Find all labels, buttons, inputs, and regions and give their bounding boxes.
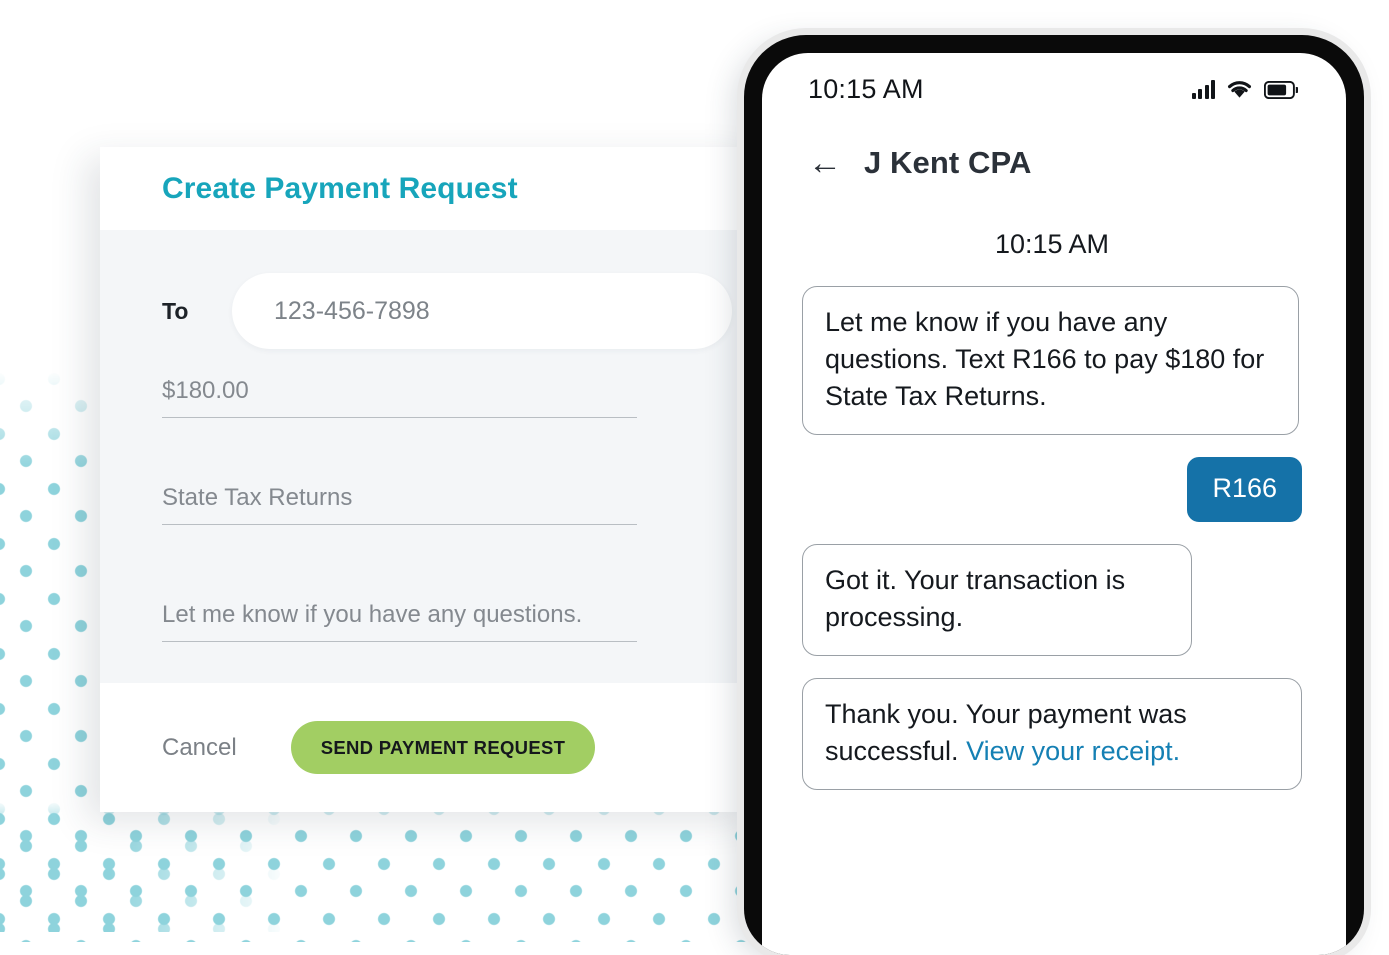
phone-mockup: 10:15 AM ← J Kent CPA 10:15 AM Let me kn… [744, 35, 1364, 955]
message-row-outgoing: R166 [802, 456, 1302, 522]
page-title: Create Payment Request [162, 171, 518, 205]
card-footer: Cancel SEND PAYMENT REQUEST [100, 683, 760, 812]
chat-timestamp: 10:15 AM [994, 229, 1110, 259]
chat-header: ← J Kent CPA [762, 119, 1346, 191]
back-arrow-icon[interactable]: ← [808, 146, 842, 180]
view-receipt-link[interactable]: View your receipt. [966, 736, 1180, 766]
message-row-incoming: Let me know if you have any questions. T… [802, 286, 1302, 435]
description-input[interactable]: State Tax Returns [162, 484, 637, 525]
wifi-icon [1228, 81, 1251, 98]
amount-input[interactable]: $180.00 [162, 377, 637, 418]
card-body: To 123-456-7898 $180.00 State Tax Return… [100, 230, 760, 683]
status-bar-icons [1191, 79, 1298, 99]
recipient-input[interactable]: 123-456-7898 [232, 273, 732, 349]
message-bubble: Got it. Your transaction is processing. [802, 543, 1192, 656]
cellular-signal-icon [1191, 80, 1215, 99]
chat-message-list: 10:15 AM Let me know if you have any que… [762, 229, 1346, 790]
chat-contact-name: J Kent CPA [864, 145, 1032, 180]
send-payment-request-button[interactable]: SEND PAYMENT REQUEST [290, 721, 596, 774]
recipient-label: To [162, 297, 189, 324]
message-bubble: Thank you. Your payment was successful. … [802, 677, 1302, 790]
battery-icon [1264, 81, 1298, 99]
card-header: Create Payment Request [100, 147, 760, 230]
message-bubble: Let me know if you have any questions. T… [802, 286, 1299, 435]
message-row-incoming: Got it. Your transaction is processing. [802, 543, 1302, 656]
background-dot-pattern-bottom [0, 800, 770, 942]
note-input[interactable]: Let me know if you have any questions. [162, 601, 637, 642]
message-bubble-sent: R166 [1187, 456, 1302, 522]
status-bar-time: 10:15 AM [808, 73, 924, 104]
message-row-incoming: Thank you. Your payment was successful. … [802, 677, 1302, 790]
recipient-row: To 123-456-7898 [162, 273, 732, 349]
status-bar: 10:15 AM [762, 53, 1346, 119]
create-payment-request-card: Create Payment Request To 123-456-7898 $… [100, 147, 760, 812]
phone-screen: 10:15 AM ← J Kent CPA 10:15 AM Let me kn… [762, 53, 1346, 955]
cancel-button[interactable]: Cancel [162, 734, 237, 762]
